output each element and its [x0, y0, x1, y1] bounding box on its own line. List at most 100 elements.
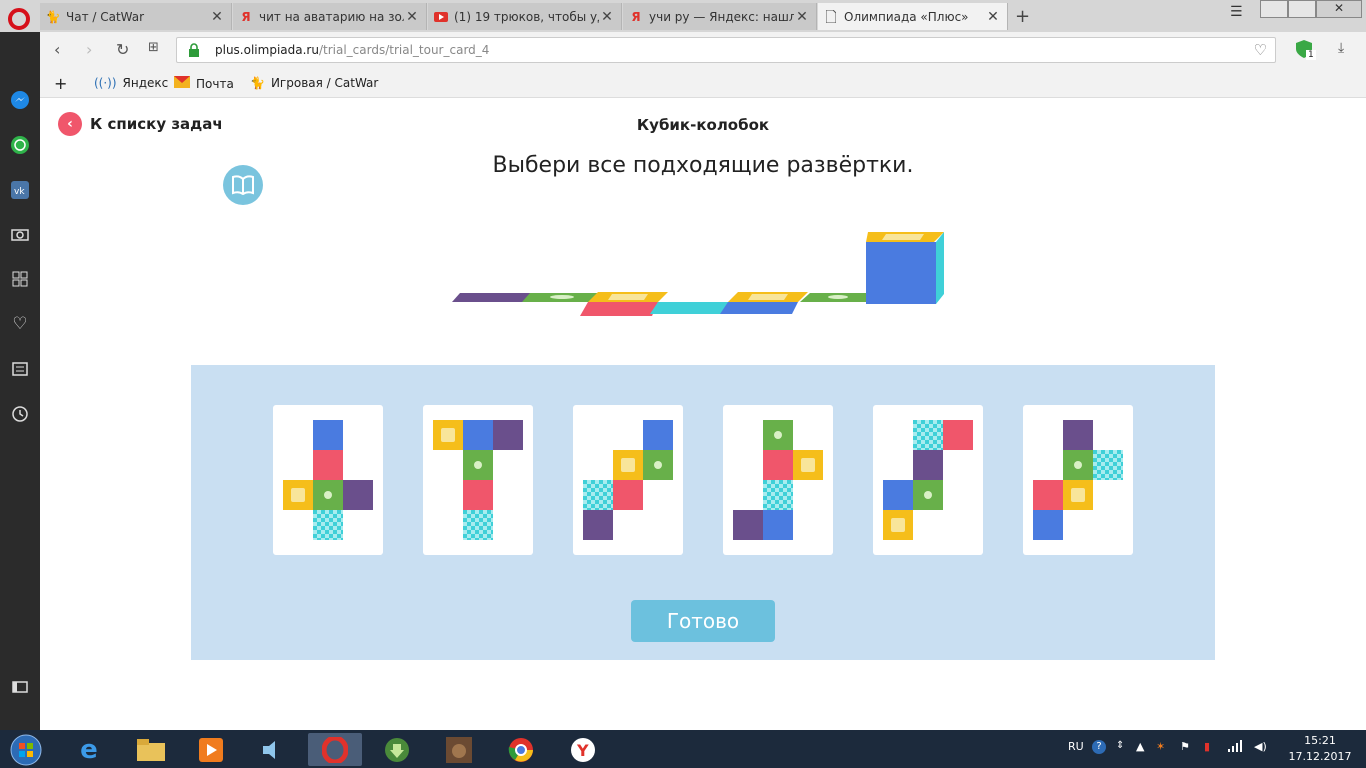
history-icon[interactable] — [10, 404, 30, 424]
cube-top-square — [882, 234, 924, 240]
help-icon[interactable]: ? — [1092, 740, 1106, 754]
face-purple — [913, 450, 943, 480]
volume-icon[interactable]: ◀) — [1254, 740, 1267, 753]
youtube-icon — [434, 10, 448, 24]
face-blue — [763, 510, 793, 540]
bookmark-mail[interactable]: Почта — [174, 76, 234, 91]
yandex-radar-icon: ((·)) — [94, 76, 117, 90]
face-green — [913, 480, 943, 510]
window-close-icon[interactable]: ✕ — [1316, 0, 1362, 18]
tab-yandex-search[interactable]: Я чит на аватарию на золо ✕ — [233, 3, 427, 30]
net-card-3[interactable] — [573, 405, 683, 555]
net-card-1[interactable] — [273, 405, 383, 555]
close-icon[interactable]: ✕ — [985, 9, 1001, 25]
tab-catwar-chat[interactable]: 🐈 Чат / CatWar ✕ — [40, 3, 232, 30]
net-card-4[interactable] — [723, 405, 833, 555]
face-green — [313, 480, 343, 510]
add-bookmark-icon[interactable]: + — [54, 74, 67, 93]
show-hidden-icons-icon[interactable]: ▲ — [1136, 740, 1144, 753]
whatsapp-icon[interactable] — [10, 135, 30, 155]
page-icon — [824, 10, 838, 24]
download-icon[interactable]: ⤓ — [1338, 40, 1344, 56]
news-icon[interactable] — [10, 359, 30, 379]
address-bar: ‹ › ↻ ⊞ plus.olimpiada.ru/trial_cards/tr… — [40, 32, 1366, 68]
net-card-5[interactable] — [873, 405, 983, 555]
back-arrow-icon[interactable]: ‹ — [54, 40, 60, 59]
face-checkered — [1093, 450, 1123, 480]
url-field[interactable]: plus.olimpiada.ru/trial_cards/trial_tour… — [176, 37, 1276, 63]
language-indicator[interactable]: RU — [1068, 740, 1084, 753]
face-blue — [1033, 510, 1063, 540]
face-pink — [613, 480, 643, 510]
close-icon[interactable]: ✕ — [794, 9, 810, 25]
face-yellow — [883, 510, 913, 540]
face-checkered — [763, 480, 793, 510]
page-content: ‹ К списку задач Кубик-колобок Выбери вс… — [40, 98, 1366, 730]
network-signal-icon[interactable] — [1228, 740, 1242, 755]
floor-tile-blue — [720, 302, 798, 314]
bookmark-catwar[interactable]: 🐈 Игровая / CatWar — [250, 76, 378, 90]
mail-icon — [174, 76, 190, 91]
internet-explorer-icon[interactable]: e — [62, 733, 116, 766]
face-green — [763, 420, 793, 450]
tab-yandex-uchi[interactable]: Я учи ру — Яндекс: нашлос ✕ — [623, 3, 817, 30]
tray-battery-icon[interactable]: ▮ — [1204, 740, 1210, 753]
action-center-flag-icon[interactable]: ⚑ — [1180, 740, 1190, 753]
face-checkered — [583, 480, 613, 510]
tab-olimpiada[interactable]: Олимпиада «Плюс» ✕ — [818, 3, 1008, 30]
bookmark-yandex[interactable]: ((·)) Яндекс — [94, 76, 168, 90]
speed-dial-icon[interactable] — [10, 269, 30, 289]
floor-tile-square-2 — [748, 294, 788, 300]
bookmark-label: Яндекс — [122, 76, 169, 90]
clock-date: 17.12.2017 — [1288, 750, 1352, 763]
sidebar-toggle-icon[interactable] — [10, 677, 30, 697]
close-icon[interactable]: ✕ — [209, 9, 225, 25]
minimize-icon[interactable] — [1260, 0, 1288, 18]
new-tab-icon[interactable]: + — [1015, 6, 1030, 27]
net-card-6[interactable] — [1023, 405, 1133, 555]
clock-time: 15:21 — [1304, 734, 1336, 747]
face-pink — [943, 420, 973, 450]
url-path: /trial_cards/trial_tour_card_4 — [318, 43, 490, 57]
tab-youtube[interactable]: (1) 19 трюков, чтобы удив ✕ — [428, 3, 622, 30]
vk-icon[interactable]: vk — [10, 180, 30, 200]
close-icon[interactable]: ✕ — [404, 9, 420, 25]
explorer-folder-icon[interactable] — [124, 733, 178, 766]
face-pink — [1033, 480, 1063, 510]
speed-dial-icon[interactable]: ⊞ — [148, 40, 159, 55]
opera-menu-icon[interactable] — [8, 8, 30, 30]
vpn-shield-icon[interactable]: 1 — [1296, 40, 1316, 60]
start-button[interactable] — [0, 733, 52, 766]
forward-arrow-icon[interactable]: › — [86, 40, 92, 59]
chrome-icon[interactable] — [494, 733, 548, 766]
face-yellow — [283, 480, 313, 510]
net-card-2[interactable] — [423, 405, 533, 555]
camera-icon[interactable] — [10, 224, 30, 244]
messenger-icon[interactable] — [10, 90, 30, 110]
maximize-icon[interactable] — [1288, 0, 1316, 18]
heart-icon[interactable]: ♡ — [10, 314, 30, 334]
yandex-browser-icon[interactable]: Y — [556, 733, 610, 766]
opera-taskbar-icon[interactable] — [308, 733, 362, 766]
tray-app-icon[interactable]: ✶ — [1156, 740, 1165, 753]
tray-settings-icon[interactable]: ⇕ — [1116, 740, 1124, 751]
close-icon[interactable]: ✕ — [599, 9, 615, 25]
system-clock[interactable]: 15:21 17.12.2017 — [1282, 733, 1358, 765]
reload-icon[interactable]: ↻ — [116, 40, 129, 59]
done-button[interactable]: Готово — [631, 600, 775, 642]
tab-label: (1) 19 трюков, чтобы удив — [454, 9, 599, 24]
heart-icon[interactable]: ♡ — [1254, 38, 1267, 62]
tab-label: Чат / CatWar — [66, 9, 145, 24]
face-purple — [343, 480, 373, 510]
face-pink — [313, 450, 343, 480]
face-yellow — [613, 450, 643, 480]
download-manager-icon[interactable] — [370, 733, 424, 766]
speaker-app-icon[interactable] — [246, 733, 300, 766]
floor-tile-pink — [580, 302, 658, 316]
face-blue — [313, 420, 343, 450]
face-blue — [883, 480, 913, 510]
catwar-avatar-icon[interactable] — [432, 733, 486, 766]
tab-menu-icon[interactable]: ☰ — [1230, 4, 1243, 24]
rules-book-icon[interactable] — [223, 165, 263, 205]
media-player-icon[interactable] — [184, 733, 238, 766]
